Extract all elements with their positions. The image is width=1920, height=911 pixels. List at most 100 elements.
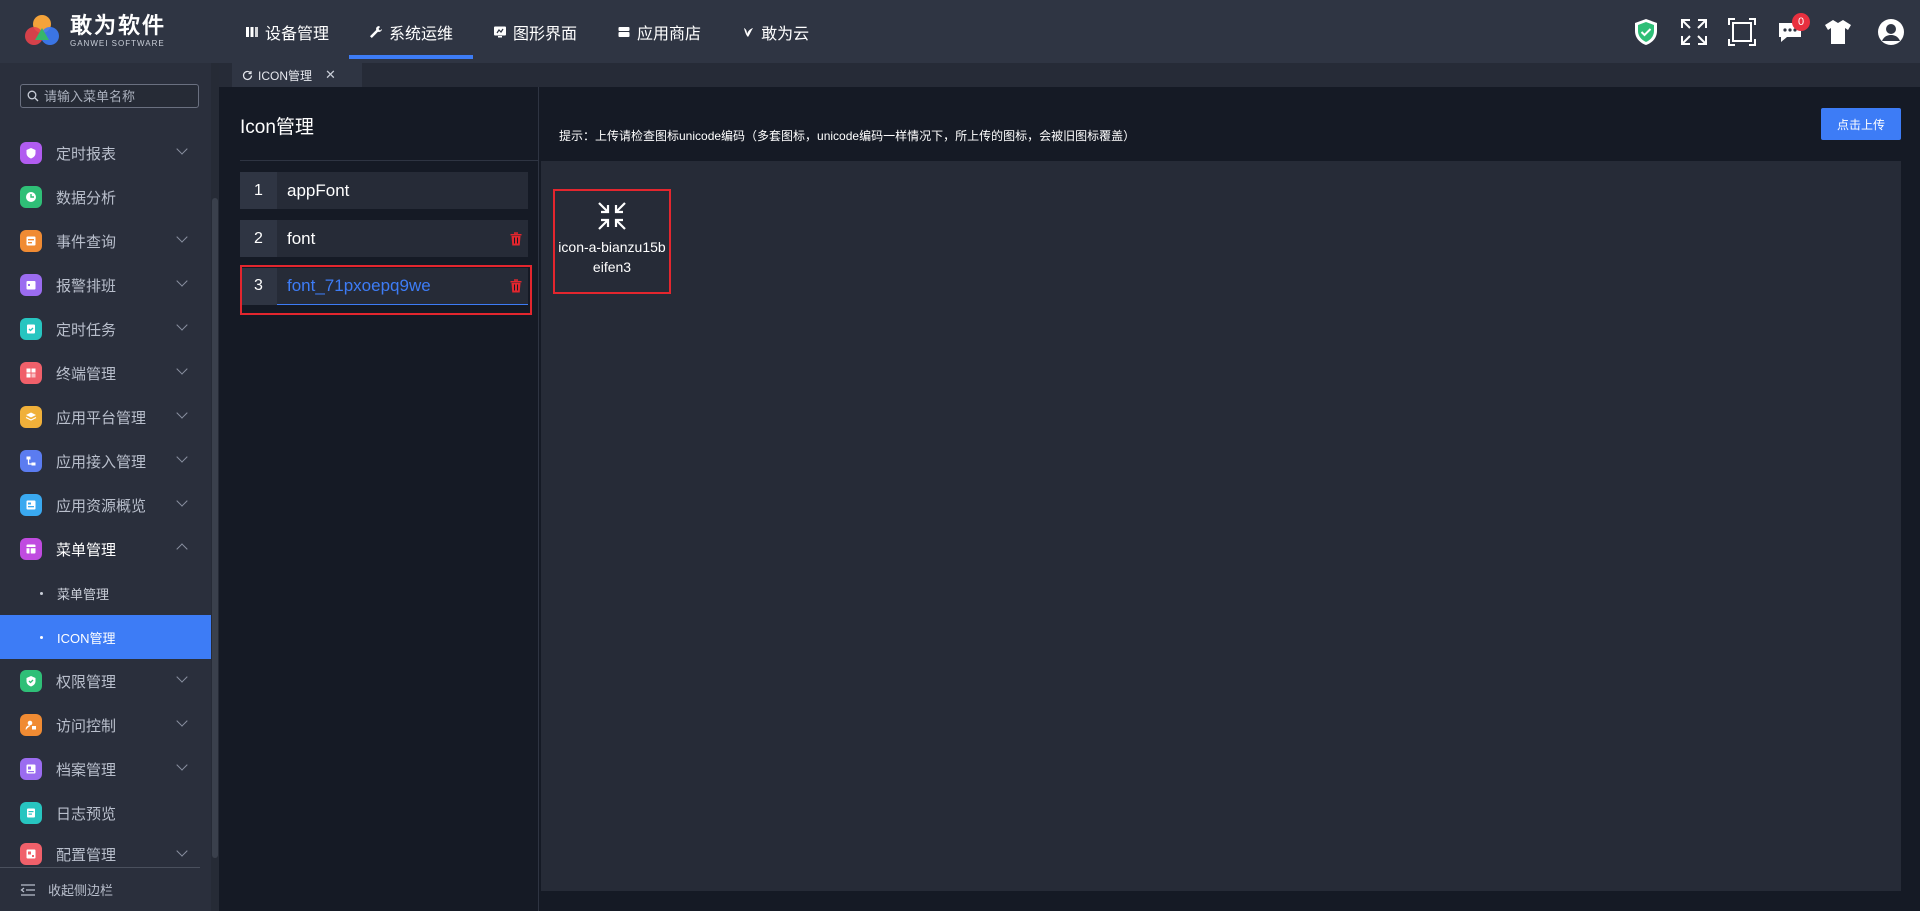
sidebar-item-app-platform-management[interactable]: 应用平台管理	[0, 395, 211, 439]
wrench-icon	[370, 25, 383, 38]
user-menu-button[interactable]	[1862, 0, 1920, 63]
event-icon	[20, 230, 42, 252]
sidebar-subitem-label: 菜单管理	[57, 586, 110, 602]
sidebar-item-scheduled-task[interactable]: 定时任务	[0, 307, 211, 351]
font-list-item[interactable]: 2 font	[240, 220, 528, 257]
sidebar-item-app-access-management[interactable]: 应用接入管理	[0, 439, 211, 483]
upload-button[interactable]: 点击上传	[1821, 108, 1901, 140]
icon-card[interactable]: icon-a-bianzu15beifen3	[553, 189, 671, 294]
font-list-item[interactable]: 1 appFont	[240, 172, 528, 209]
font-name: font	[287, 228, 316, 248]
upload-hint: 提示：上传请检查图标unicode编码（多套图标，unicode编码一样情况下，…	[559, 129, 1136, 143]
report-icon	[20, 142, 42, 164]
menu-layout-icon	[20, 538, 42, 560]
close-icon[interactable]: ✕	[325, 67, 336, 83]
user-lock-icon	[20, 714, 42, 736]
layers-icon	[20, 406, 42, 428]
sidebar-item-label: 访问控制	[56, 717, 117, 735]
chevron-down-icon	[176, 407, 188, 419]
topnav-device-management[interactable]: 设备管理	[225, 0, 349, 63]
collapse-sidebar-button[interactable]: 收起侧边栏	[0, 867, 200, 911]
selection-highlight-frame	[240, 265, 532, 315]
sidebar-item-label: 数据分析	[56, 189, 117, 207]
menu-search[interactable]	[20, 84, 199, 108]
menu-search-input[interactable]	[44, 88, 194, 104]
tab-icon-management[interactable]: ICON管理 ✕	[232, 63, 362, 87]
delete-font-button[interactable]	[504, 231, 528, 246]
frame-icon	[1728, 17, 1756, 46]
sidebar-item-terminal-management[interactable]: 终端管理	[0, 351, 211, 395]
sidebar-subitem-menu-management[interactable]: 菜单管理	[0, 571, 211, 615]
page-title: Icon管理	[240, 117, 314, 138]
top-bar: 敢为软件 GANWEI SOFTWARE 设备管理 系统运维 图形界面 应用商店…	[0, 0, 1920, 63]
topnav-graphic-ui[interactable]: 图形界面	[473, 0, 597, 63]
topnav-system-ops[interactable]: 系统运维	[349, 0, 474, 63]
logo[interactable]: 敢为软件 GANWEI SOFTWARE	[22, 14, 166, 48]
topnav-label: 图形界面	[513, 25, 578, 43]
topnav-label: 系统运维	[389, 25, 454, 43]
chevron-down-icon	[176, 275, 188, 287]
sidebar-item-label: 配置管理	[56, 846, 117, 864]
calendar-icon	[20, 274, 42, 296]
security-button[interactable]	[1622, 0, 1670, 63]
chevron-down-icon	[176, 671, 188, 683]
sidebar-item-label: 权限管理	[56, 673, 117, 691]
chevron-up-icon	[176, 543, 188, 555]
sidebar-scrollbar-thumb[interactable]	[212, 198, 218, 858]
sidebar-item-label: 定时任务	[56, 321, 117, 339]
hierarchy-icon	[20, 450, 42, 472]
sidebar-item-archive-management[interactable]: 档案管理	[0, 747, 211, 791]
sidebar-menu: 定时报表 数据分析 事件查询 报警排班 定时任务 终端管理 应用平台管理 应用接…	[0, 131, 211, 873]
font-name: appFont	[287, 180, 350, 200]
shirt-icon	[1825, 19, 1851, 44]
trash-icon	[510, 231, 522, 245]
sidebar-subitem-icon-management[interactable]: ICON管理	[0, 615, 211, 659]
divider	[240, 160, 539, 161]
sidebar-item-access-control[interactable]: 访问控制	[0, 703, 211, 747]
icon-grid: icon-a-bianzu15beifen3	[541, 161, 1901, 891]
sidebar-item-alarm-schedule[interactable]: 报警排班	[0, 263, 211, 307]
cloud-bird-icon	[744, 27, 754, 37]
sidebar-item-label: 菜单管理	[56, 541, 117, 559]
resource-icon	[20, 494, 42, 516]
topnav-ganwei-cloud[interactable]: 敢为云	[721, 0, 829, 63]
topnav-app-store[interactable]: 应用商店	[597, 0, 721, 63]
font-index: 2	[240, 220, 277, 257]
sidebar-item-label: 应用接入管理	[56, 453, 147, 471]
sidebar-item-label: 定时报表	[56, 145, 117, 163]
sidebar-item-permission-management[interactable]: 权限管理	[0, 659, 211, 703]
topnav-label: 应用商店	[637, 25, 702, 43]
chevron-down-icon	[176, 231, 188, 243]
sidebar-item-menu-management[interactable]: 菜单管理	[0, 527, 211, 571]
font-list-panel: Icon管理 1 appFont 2 font 3 font_71pxoepq9…	[219, 87, 539, 911]
refresh-icon[interactable]	[242, 70, 253, 81]
topnav-label: 敢为云	[761, 25, 810, 43]
sidebar-item-app-resource-overview[interactable]: 应用资源概览	[0, 483, 211, 527]
sidebar-item-label: 档案管理	[56, 761, 117, 779]
brand-title: 敢为软件	[70, 12, 167, 38]
sidebar-item-label: 应用平台管理	[56, 409, 147, 427]
chevron-down-icon	[176, 363, 188, 375]
chevron-down-icon	[176, 495, 188, 507]
sidebar-item-label: 应用资源概览	[56, 497, 147, 515]
sidebar-item-label: 终端管理	[56, 365, 117, 383]
monitor-icon	[494, 26, 507, 37]
permission-shield-icon	[20, 670, 42, 692]
message-button[interactable]: 0	[1766, 0, 1814, 63]
terminal-icon	[20, 362, 42, 384]
compress-arrows-icon	[598, 202, 626, 230]
archive-icon	[20, 758, 42, 780]
search-icon	[27, 90, 39, 102]
sidebar-item-data-analysis[interactable]: 数据分析	[0, 175, 211, 219]
log-icon	[20, 802, 42, 824]
chevron-down-icon	[176, 845, 188, 857]
theme-button[interactable]	[1814, 0, 1862, 63]
chevron-down-icon	[176, 759, 188, 771]
bullet-dot	[40, 635, 43, 639]
fullscreen-button[interactable]	[1670, 0, 1718, 63]
sidebar-item-label: 事件查询	[56, 233, 117, 251]
sidebar-item-scheduled-report[interactable]: 定时报表	[0, 131, 211, 175]
sidebar-item-log-preview[interactable]: 日志预览	[0, 791, 211, 835]
frame-button[interactable]	[1718, 0, 1766, 63]
sidebar-item-event-query[interactable]: 事件查询	[0, 219, 211, 263]
